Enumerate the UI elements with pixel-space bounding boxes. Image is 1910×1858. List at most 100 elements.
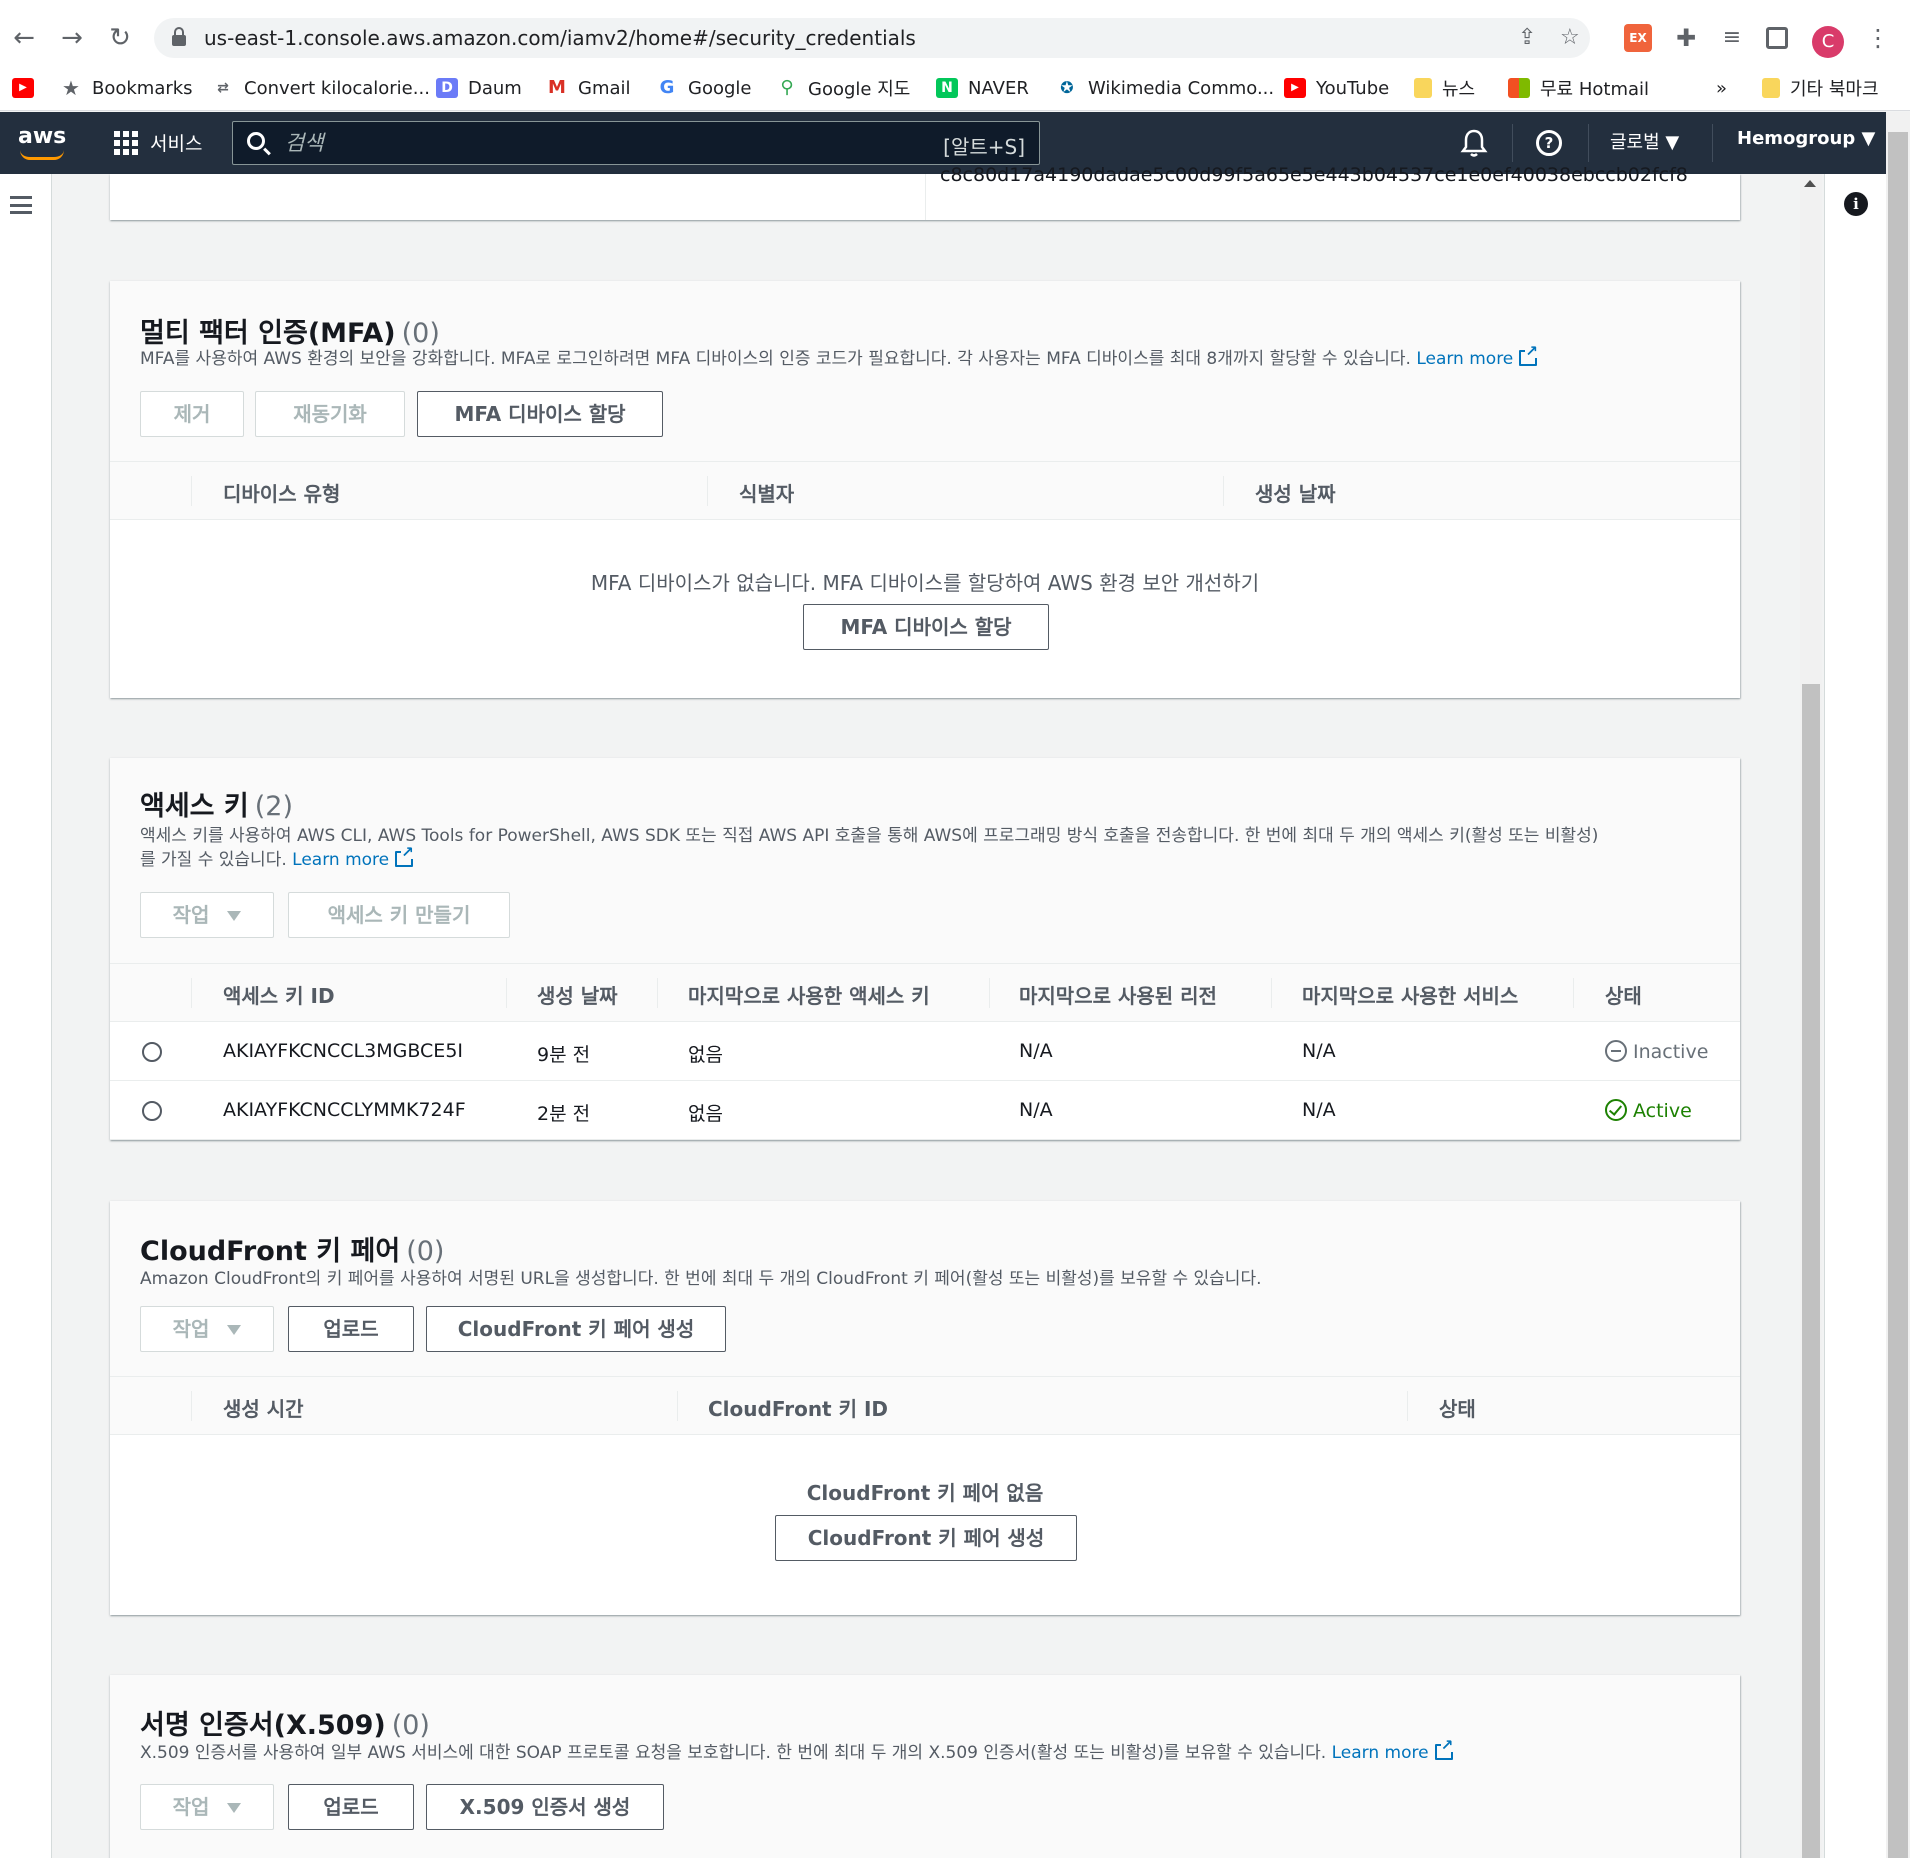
services-menu-button[interactable]: 서비스 — [114, 129, 202, 156]
table-row[interactable]: AKIAYFKCNCCLYMMK724F 2분 전 없음 N/A N/A Act… — [110, 1081, 1740, 1140]
search-icon — [247, 132, 265, 150]
status-badge: Active — [1605, 1099, 1692, 1122]
profile-avatar[interactable]: C — [1812, 26, 1844, 58]
bookmark-news[interactable]: 뉴스 — [1414, 74, 1475, 102]
mfa-resync-button[interactable]: 재동기화 — [255, 391, 405, 437]
region-selector[interactable]: 글로벌 ▼ — [1610, 128, 1679, 154]
bookmark-wikimedia[interactable]: ✪ Wikimedia Commo... — [1056, 74, 1274, 102]
col-status[interactable]: 상태 — [1439, 1393, 1476, 1422]
search-input[interactable] — [285, 128, 885, 158]
star-icon[interactable]: ☆ — [1560, 25, 1580, 50]
bookmark-hotmail[interactable]: 무료 Hotmail — [1508, 74, 1649, 102]
row-select-radio[interactable] — [142, 1042, 162, 1062]
access-keys-learn-more-link[interactable]: Learn more — [292, 845, 414, 870]
bookmarks-bar: ▶ ★ Bookmarks ⇄ Convert kilocalorie... D Da… — [0, 66, 1910, 110]
last-used-region: N/A — [1019, 1040, 1053, 1062]
aws-logo[interactable]: aws — [18, 124, 68, 160]
x509-create-button[interactable]: X.509 인증서 생성 — [426, 1784, 664, 1830]
bookmark-convert[interactable]: ⇄ Convert kilocalorie... — [212, 74, 430, 102]
back-arrow-icon[interactable]: ← — [6, 20, 42, 56]
column-divider — [989, 978, 990, 1008]
scroll-up-arrow-icon[interactable] — [1804, 180, 1816, 187]
x509-upload-button[interactable]: 업로드 — [288, 1784, 414, 1830]
share-icon[interactable]: ⇪ — [1518, 25, 1536, 50]
bookmark-gmail[interactable]: M Gmail — [546, 74, 630, 102]
microsoft-icon — [1508, 78, 1530, 98]
x509-actions-dropdown[interactable]: 작업 — [140, 1784, 274, 1830]
cloudfront-empty-create-button[interactable]: CloudFront 키 페어 생성 — [775, 1515, 1077, 1561]
column-divider — [707, 476, 708, 506]
bookmark-daum[interactable]: D Daum — [436, 74, 522, 102]
mfa-remove-button[interactable]: 제거 — [140, 391, 244, 437]
kebab-menu-icon[interactable]: ⋮ — [1864, 24, 1892, 52]
row-select-radio[interactable] — [142, 1101, 162, 1121]
cloudfront-upload-button[interactable]: 업로드 — [288, 1306, 414, 1352]
help-question-icon[interactable]: ? — [1536, 130, 1562, 156]
side-panel-icon[interactable] — [1766, 27, 1788, 49]
forward-arrow-icon[interactable]: → — [54, 20, 90, 56]
col-access-key-id[interactable]: 액세스 키 ID — [223, 980, 335, 1009]
right-tools-rail: i — [1824, 174, 1886, 1858]
last-used-region: N/A — [1019, 1099, 1053, 1121]
search-shortcut-hint: [알트+S] — [943, 135, 1025, 159]
column-divider — [1407, 1391, 1408, 1421]
bookmark-google-maps[interactable]: ⚲ Google 지도 — [776, 74, 910, 102]
bookmark-naver[interactable]: N NAVER — [936, 74, 1029, 102]
access-key-id: AKIAYFKCNCCLYMMK724F — [223, 1099, 466, 1121]
puzzle-extensions-icon[interactable]: ✚ — [1672, 24, 1700, 52]
url-text[interactable]: us-east-1.console.aws.amazon.com/iamv2/h… — [204, 26, 916, 50]
col-status[interactable]: 상태 — [1605, 980, 1642, 1009]
cloudfront-actions-dropdown[interactable]: 작업 — [140, 1306, 274, 1352]
bookmark-label: 뉴스 — [1442, 79, 1476, 100]
mfa-learn-more-link[interactable]: Learn more — [1416, 344, 1538, 369]
mfa-title-text: 멀티 팩터 인증(MFA) — [140, 318, 396, 349]
reload-icon[interactable]: ↻ — [102, 20, 138, 56]
x509-count: (0) — [391, 1710, 430, 1741]
mfa-empty-assign-button[interactable]: MFA 디바이스 할당 — [803, 604, 1049, 650]
search-box[interactable]: [알트+S] — [232, 121, 1040, 165]
folder-icon — [1414, 78, 1432, 98]
column-divider — [1271, 978, 1272, 1008]
bookmark-google[interactable]: G Google — [656, 74, 752, 102]
x509-description-text: X.509 인증서를 사용하여 일부 AWS 서비스에 대한 SOAP 프로토콜… — [140, 1743, 1327, 1763]
convert-site-icon: ⇄ — [217, 80, 229, 96]
access-keys-actions-dropdown[interactable]: 작업 — [140, 892, 274, 938]
table-row[interactable]: AKIAYFKCNCCL3MGBCE5I 9분 전 없음 N/A N/A Ina… — [110, 1022, 1740, 1081]
content-scrollbar-thumb[interactable] — [1802, 684, 1820, 1858]
hamburger-menu-icon[interactable] — [10, 196, 32, 214]
col-last-used-key[interactable]: 마지막으로 사용한 액세스 키 — [688, 980, 930, 1009]
col-cloudfront-key-id[interactable]: CloudFront 키 ID — [708, 1393, 888, 1422]
aws-smile-icon — [20, 150, 64, 160]
star-filled-icon: ★ — [62, 76, 80, 100]
last-used-service: N/A — [1302, 1040, 1336, 1062]
bookmark-youtube[interactable]: ▶ YouTube — [1284, 74, 1389, 102]
col-last-used-service[interactable]: 마지막으로 사용한 서비스 — [1302, 980, 1518, 1009]
mfa-col-identifier[interactable]: 식별자 — [739, 478, 794, 507]
col-last-used-region[interactable]: 마지막으로 사용된 리전 — [1019, 980, 1217, 1009]
create-access-key-button[interactable]: 액세스 키 만들기 — [288, 892, 510, 938]
mfa-title: 멀티 팩터 인증(MFA) (0) — [140, 311, 440, 350]
mfa-count: (0) — [401, 318, 440, 349]
address-bar[interactable]: us-east-1.console.aws.amazon.com/iamv2/h… — [154, 18, 1590, 58]
access-keys-panel: 액세스 키 (2) 액세스 키를 사용하여 AWS CLI, AWS Tools … — [110, 758, 1740, 1140]
x509-learn-more-link[interactable]: Learn more — [1331, 1738, 1454, 1763]
cloudfront-table-header: 생성 시간 CloudFront 키 ID 상태 — [110, 1377, 1740, 1435]
account-menu[interactable]: Hemogroup ▼ — [1737, 128, 1875, 149]
learn-more-text: Learn more — [1331, 1743, 1429, 1763]
window-scrollbar-thumb[interactable] — [1888, 132, 1908, 1858]
mfa-assign-device-button[interactable]: MFA 디바이스 할당 — [417, 391, 663, 437]
mfa-col-created-date[interactable]: 생성 날짜 — [1255, 478, 1336, 507]
col-created-time[interactable]: 생성 시간 — [223, 1393, 304, 1422]
status-text: Inactive — [1633, 1041, 1709, 1063]
extension-ex-icon[interactable]: EX — [1624, 24, 1652, 52]
other-bookmarks[interactable]: 기타 북마크 — [1762, 74, 1879, 102]
info-icon[interactable]: i — [1844, 192, 1868, 216]
reading-list-icon[interactable]: ≡ — [1718, 24, 1746, 52]
bookmark-youtube-icon-only[interactable]: ▶ — [12, 74, 44, 102]
notifications-bell-icon[interactable] — [1460, 128, 1488, 158]
more-bookmarks-button[interactable]: » — [1716, 74, 1727, 102]
mfa-col-device-type[interactable]: 디바이스 유형 — [223, 478, 340, 507]
bookmark-bookmarks[interactable]: ★ Bookmarks — [60, 74, 193, 102]
cloudfront-create-button[interactable]: CloudFront 키 페어 생성 — [426, 1306, 726, 1352]
col-created-date[interactable]: 생성 날짜 — [537, 980, 618, 1009]
